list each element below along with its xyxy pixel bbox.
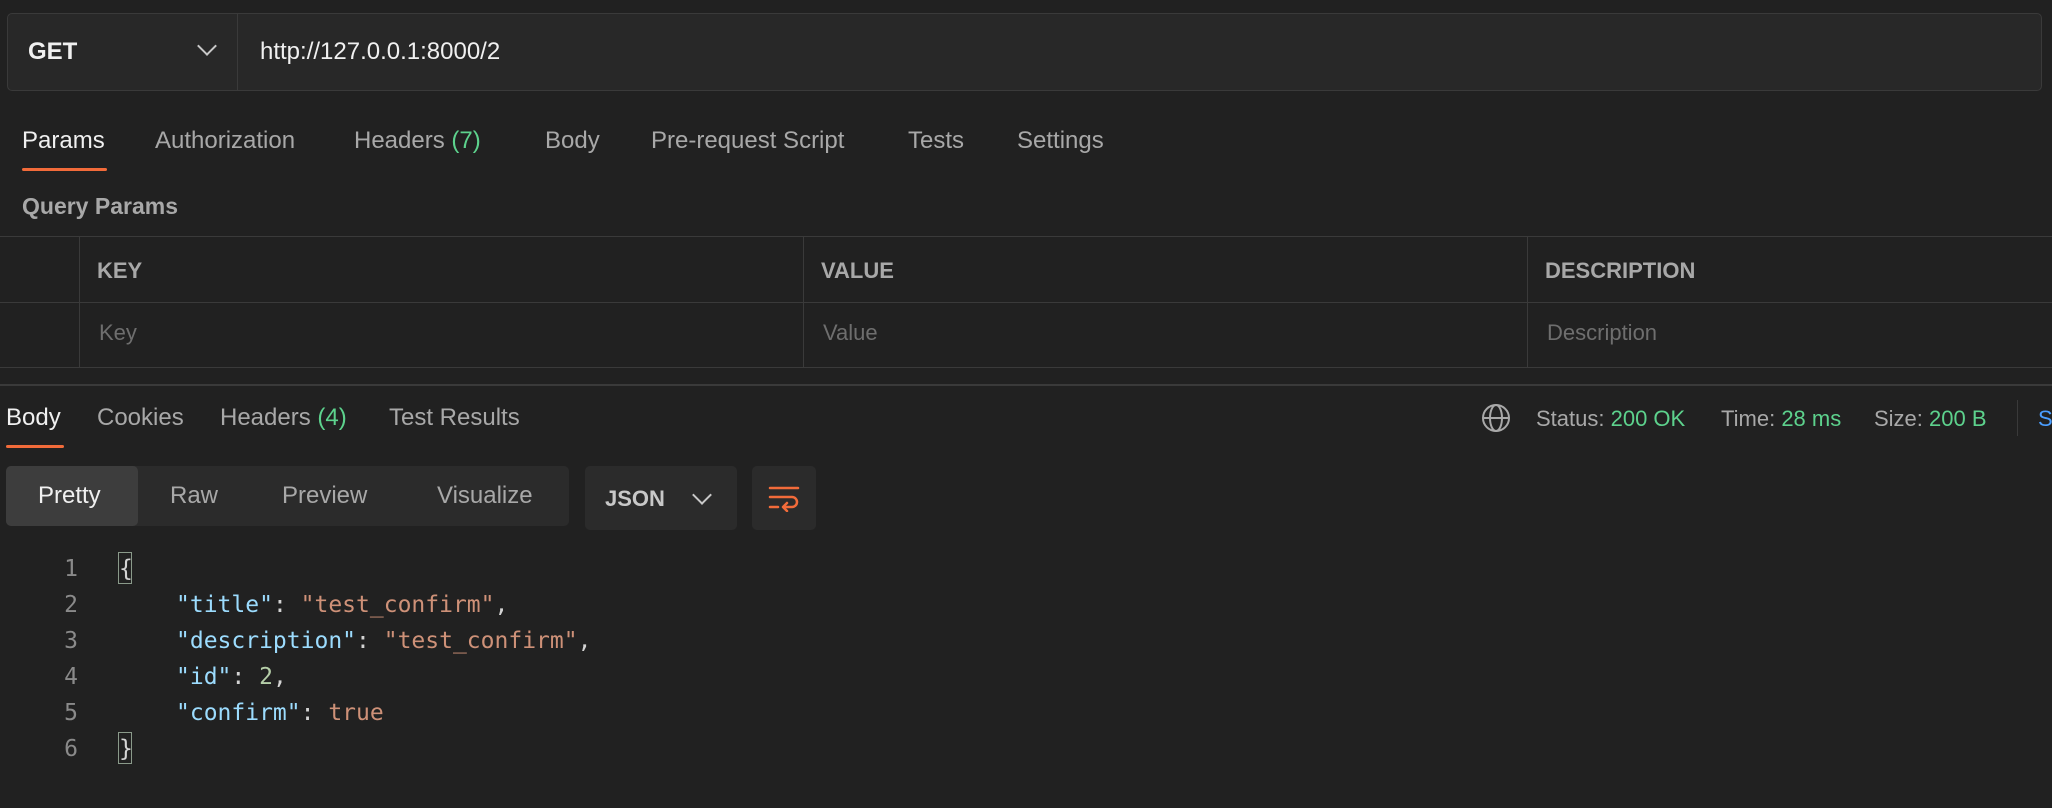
status-value: 200 OK — [1610, 406, 1686, 431]
table-divider — [79, 236, 80, 367]
headers-count: (7) — [451, 127, 481, 154]
pane-resize-handle[interactable] — [0, 384, 2052, 386]
request-url-bar: GET http://127.0.0.1:8000/2 — [7, 13, 2042, 91]
status-indicator[interactable]: Status: 200 OK — [1536, 406, 1685, 432]
line-number: 6 — [64, 736, 78, 762]
format-raw-button[interactable]: Raw — [170, 482, 218, 510]
column-header-key: KEY — [97, 258, 143, 283]
json-value: 2 — [259, 664, 273, 690]
json-comma: , — [577, 628, 592, 654]
key-input[interactable]: Key — [99, 320, 137, 346]
url-input[interactable]: http://127.0.0.1:8000/2 — [260, 38, 500, 66]
response-tab-headers-label: Headers — [220, 404, 311, 431]
open-brace: { — [119, 556, 133, 582]
language-label: JSON — [605, 486, 665, 511]
response-tab-cookies[interactable]: Cookies — [97, 404, 184, 432]
column-header-value: VALUE — [821, 258, 894, 283]
tab-headers-label: Headers — [354, 127, 445, 154]
json-comma: , — [272, 664, 287, 690]
json-key: "title" — [176, 592, 273, 618]
tab-tests[interactable]: Tests — [908, 127, 964, 155]
tab-headers[interactable]: Headers (7) — [354, 127, 481, 155]
table-divider — [1527, 236, 1528, 367]
language-dropdown[interactable]: JSON — [585, 466, 737, 530]
chevron-down-icon — [692, 485, 712, 505]
tab-body[interactable]: Body — [545, 127, 600, 155]
format-visualize-button[interactable]: Visualize — [437, 482, 533, 510]
json-value: "test_confirm" — [383, 628, 578, 654]
close-brace: } — [119, 736, 133, 762]
query-params-title: Query Params — [22, 193, 178, 219]
table-divider — [803, 236, 804, 367]
description-input[interactable]: Description — [1547, 320, 1657, 346]
json-line: "confirm": true — [176, 700, 384, 726]
meta-divider — [2017, 400, 2018, 436]
json-value: "test_confirm" — [300, 592, 495, 618]
format-pretty-button[interactable]: Pretty — [38, 482, 101, 510]
tab-authorization[interactable]: Authorization — [155, 127, 295, 155]
json-comma: , — [494, 592, 509, 618]
json-value: true — [328, 700, 384, 726]
tab-params[interactable]: Params — [22, 127, 105, 155]
json-key: "confirm" — [176, 700, 301, 726]
table-divider — [0, 302, 2052, 303]
active-tab-indicator — [22, 168, 107, 171]
value-input[interactable]: Value — [823, 320, 878, 346]
size-indicator[interactable]: Size: 200 B — [1874, 406, 1987, 432]
wrap-lines-button[interactable] — [752, 466, 816, 530]
chevron-down-icon — [197, 36, 217, 56]
time-indicator[interactable]: Time: 28 ms — [1721, 406, 1841, 432]
active-tab-indicator — [6, 445, 64, 448]
line-number: 1 — [64, 556, 78, 582]
json-key: "description" — [176, 628, 357, 654]
line-number: 2 — [64, 592, 78, 618]
time-label: Time: — [1721, 406, 1776, 431]
json-line: "description": "test_confirm", — [176, 628, 592, 654]
line-number: 4 — [64, 664, 78, 690]
method-dropdown[interactable]: GET — [8, 14, 238, 90]
tab-settings[interactable]: Settings — [1017, 127, 1104, 155]
column-header-description: DESCRIPTION — [1545, 258, 1696, 283]
time-value: 28 ms — [1781, 406, 1842, 431]
json-line: "title": "test_confirm", — [176, 592, 509, 618]
size-label: Size: — [1874, 406, 1923, 431]
tab-pre-request-script[interactable]: Pre-request Script — [651, 127, 844, 155]
format-preview-button[interactable]: Preview — [282, 482, 367, 510]
response-headers-count: (4) — [317, 404, 347, 431]
response-tab-headers[interactable]: Headers (4) — [220, 404, 347, 432]
save-response-button[interactable]: S — [2038, 406, 2052, 432]
method-label: GET — [28, 38, 78, 65]
json-line: "id": 2, — [176, 664, 287, 690]
table-divider — [0, 367, 2052, 368]
table-divider — [0, 236, 2052, 237]
line-number: 5 — [64, 700, 78, 726]
line-number: 3 — [64, 628, 78, 654]
format-segmented-control: Pretty Raw Preview Visualize — [6, 466, 569, 526]
json-key: "id" — [176, 664, 232, 690]
status-label: Status: — [1536, 406, 1605, 431]
globe-icon[interactable] — [1481, 403, 1511, 433]
response-tab-test-results[interactable]: Test Results — [389, 404, 520, 432]
response-tab-body[interactable]: Body — [6, 404, 61, 432]
wrap-lines-icon — [768, 486, 800, 512]
size-value: 200 B — [1929, 406, 1987, 431]
